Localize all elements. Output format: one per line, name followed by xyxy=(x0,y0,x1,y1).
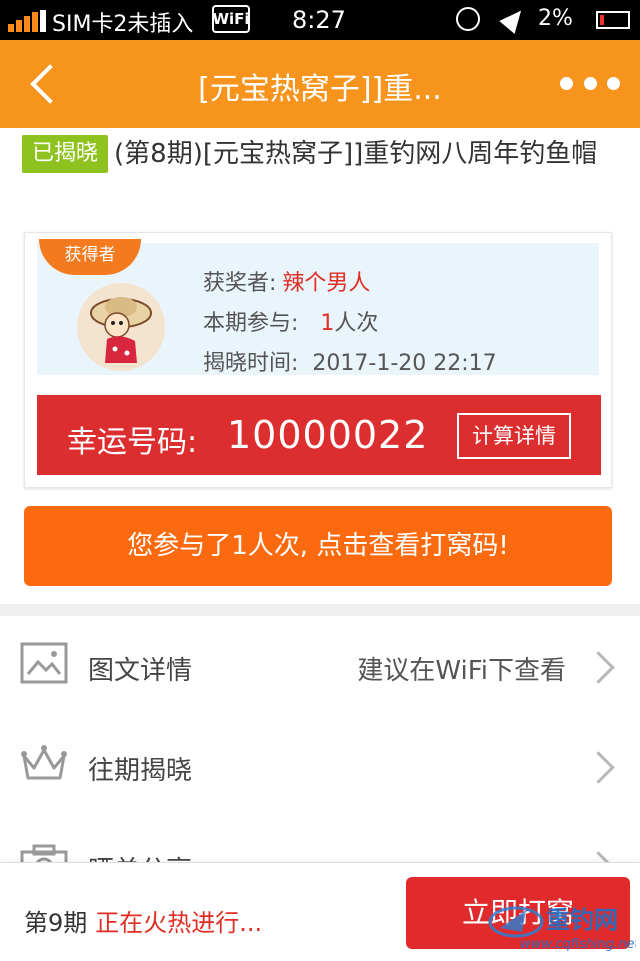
period-number: 第9期 xyxy=(24,909,88,937)
winner-ribbon: 获得者 xyxy=(39,239,141,275)
lucky-number-label: 幸运号码: xyxy=(67,425,198,460)
reveal-time-label: 揭晓时间: xyxy=(203,351,299,376)
app-header: [元宝热窝子]]重... xyxy=(0,40,640,128)
winner-row: 获奖者: 辣个男人 xyxy=(203,265,370,297)
more-options-button[interactable] xyxy=(560,70,620,96)
image-icon xyxy=(20,642,68,684)
page-title: [元宝热窝子]]重... xyxy=(198,72,442,107)
carrier-text: SIM卡2未插入 xyxy=(52,12,194,37)
back-button[interactable] xyxy=(22,58,72,110)
menu-item-label: 图文详情 xyxy=(88,656,193,686)
menu-item-past-results[interactable]: 往期揭晓 xyxy=(0,716,640,817)
crown-icon xyxy=(21,745,67,780)
location-icon xyxy=(499,4,529,34)
reveal-time-row: 揭晓时间: 2017-1-20 22:17 xyxy=(203,345,497,377)
winner-label: 获奖者: xyxy=(203,271,277,296)
status-time: 8:27 xyxy=(292,6,346,34)
bottom-bar: 第9期 正在火热进行... 立即打窝 xyxy=(0,862,640,961)
participation-row: 本期参与: 1人次 xyxy=(203,305,378,337)
lucky-number: 10000022 xyxy=(227,413,429,457)
current-period: 第9期 正在火热进行... xyxy=(24,903,262,938)
winner-name[interactable]: 辣个男人 xyxy=(282,271,370,296)
chevron-right-icon xyxy=(582,651,615,684)
reveal-time: 2017-1-20 22:17 xyxy=(312,351,497,376)
join-now-button[interactable]: 立即打窝 xyxy=(406,877,630,949)
battery-icon xyxy=(596,11,630,29)
calc-details-button[interactable]: 计算详情 xyxy=(457,413,571,459)
signal-icon xyxy=(8,10,48,32)
menu-item-label: 往期揭晓 xyxy=(88,756,193,786)
view-codes-button[interactable]: 您参与了1人次, 点击查看打窝码! xyxy=(24,506,612,586)
participation-count: 1 xyxy=(320,311,335,336)
participation-label: 本期参与: xyxy=(203,311,299,336)
status-badge: 已揭晓 xyxy=(22,135,109,173)
battery-percent: 2% xyxy=(538,6,573,31)
winner-card: 获得者 获奖者: 辣个男人 本期参与: 1人次 揭晓时间: 2017-1-20 22:… xyxy=(24,232,612,488)
winner-avatar[interactable] xyxy=(77,283,165,371)
wifi-icon: WiFi xyxy=(212,5,250,33)
chevron-right-icon xyxy=(582,751,615,784)
rotation-lock-icon xyxy=(456,7,480,31)
participation-unit: 人次 xyxy=(334,311,379,336)
product-title-block: 已揭晓 (第8期)[元宝热窝子]]重钓网八周年钓鱼帽 xyxy=(22,132,618,176)
product-title: (第8期)[元宝热窝子]]重钓网八周年钓鱼帽 xyxy=(114,139,598,169)
lucky-number-bar: 幸运号码: 10000022 计算详情 xyxy=(37,395,601,475)
winner-info-panel: 获得者 获奖者: 辣个男人 本期参与: 1人次 揭晓时间: 2017-1-20 22:… xyxy=(37,239,599,377)
period-status: 正在火热进行... xyxy=(95,909,263,937)
section-divider xyxy=(0,604,640,616)
menu-item-details[interactable]: 图文详情 建议在WiFi下查看 xyxy=(0,616,640,717)
status-bar: SIM卡2未插入 WiFi 8:27 2% xyxy=(0,0,640,40)
menu-item-hint: 建议在WiFi下查看 xyxy=(357,656,566,686)
